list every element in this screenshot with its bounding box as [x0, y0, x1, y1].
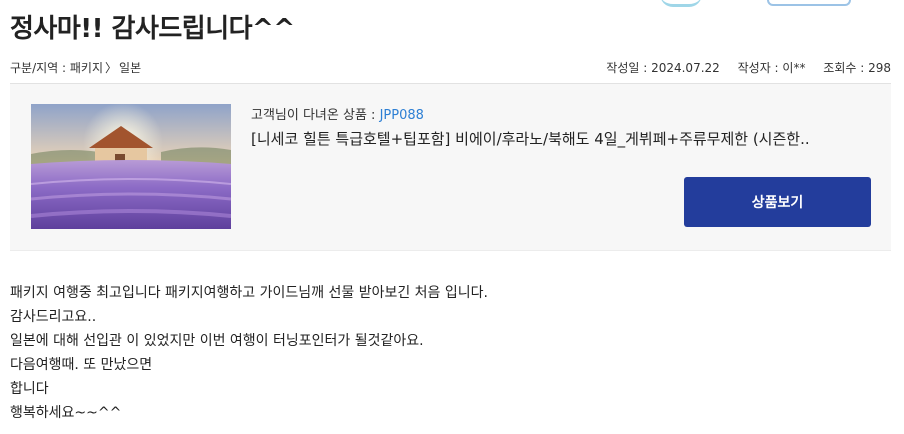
- product-label-text: 고객님이 다녀온 상품 :: [251, 108, 380, 123]
- post-date-label: 작성일 :: [606, 61, 652, 75]
- post-meta-row: 구분/지역 : 패키지 〉 일본 작성일 : 2024.07.22 작성자 : 이*…: [10, 59, 891, 77]
- content-line: 일본에 대해 선입관 이 있었지만 이번 여행이 터닝포인터가 될것같아요.: [10, 333, 424, 349]
- product-panel: 고객님이 다녀온 상품 : JPP088 [니세코 힐튼 특급호텔+팁포함] 비…: [10, 84, 891, 251]
- post-views: 조회수 : 298: [823, 61, 891, 75]
- breadcrumb: 구분/지역 : 패키지 〉 일본: [10, 59, 141, 76]
- post-author-label: 작성자 :: [737, 61, 783, 75]
- post-meta-info: 작성일 : 2024.07.22 작성자 : 이** 조회수 : 298: [592, 59, 891, 76]
- content-line: 행복하세요~~^^: [10, 405, 122, 421]
- content-line: 감사드리고요..: [10, 309, 97, 325]
- post-views-label: 조회수 :: [823, 61, 869, 75]
- product-label: 고객님이 다녀온 상품 : JPP088: [251, 104, 424, 123]
- post-views-value: 298: [868, 61, 891, 75]
- header-arc-decoration: [660, 0, 702, 7]
- post-author-value: 이**: [782, 61, 806, 75]
- top-decoration: [0, 0, 904, 8]
- content-line: 다음여행때. 또 만났으면: [10, 357, 153, 373]
- breadcrumb-region: 일본: [119, 61, 142, 75]
- content-line: 패키지 여행중 최고입니다 패키지여행하고 가이드님깨 선물 받아보긴 처음 입…: [10, 285, 488, 301]
- page-title: 정사마!! 감사드립니다^^: [10, 14, 295, 44]
- post-date-value: 2024.07.22: [651, 61, 720, 75]
- product-code: JPP088: [379, 108, 424, 123]
- lavender-field-photo-icon: [31, 104, 231, 229]
- breadcrumb-category: 패키지: [69, 61, 104, 75]
- product-image[interactable]: [31, 104, 231, 229]
- view-product-button[interactable]: 상품보기: [684, 177, 871, 227]
- header-button-edge: [767, 0, 851, 6]
- post-author: 작성자 : 이**: [738, 61, 806, 75]
- post-content: 패키지 여행중 최고입니다 패키지여행하고 가이드님깨 선물 받아보긴 처음 입…: [10, 283, 488, 427]
- product-name[interactable]: [니세코 힐튼 특급호텔+팁포함] 비에이/후라노/북해도 4일_게뷔페+주류무…: [251, 128, 851, 149]
- breadcrumb-prefix: 구분/지역 :: [10, 61, 70, 75]
- breadcrumb-separator-icon: 〉: [105, 61, 118, 75]
- content-line: 합니다: [10, 381, 49, 397]
- post-date: 작성일 : 2024.07.22: [606, 61, 720, 75]
